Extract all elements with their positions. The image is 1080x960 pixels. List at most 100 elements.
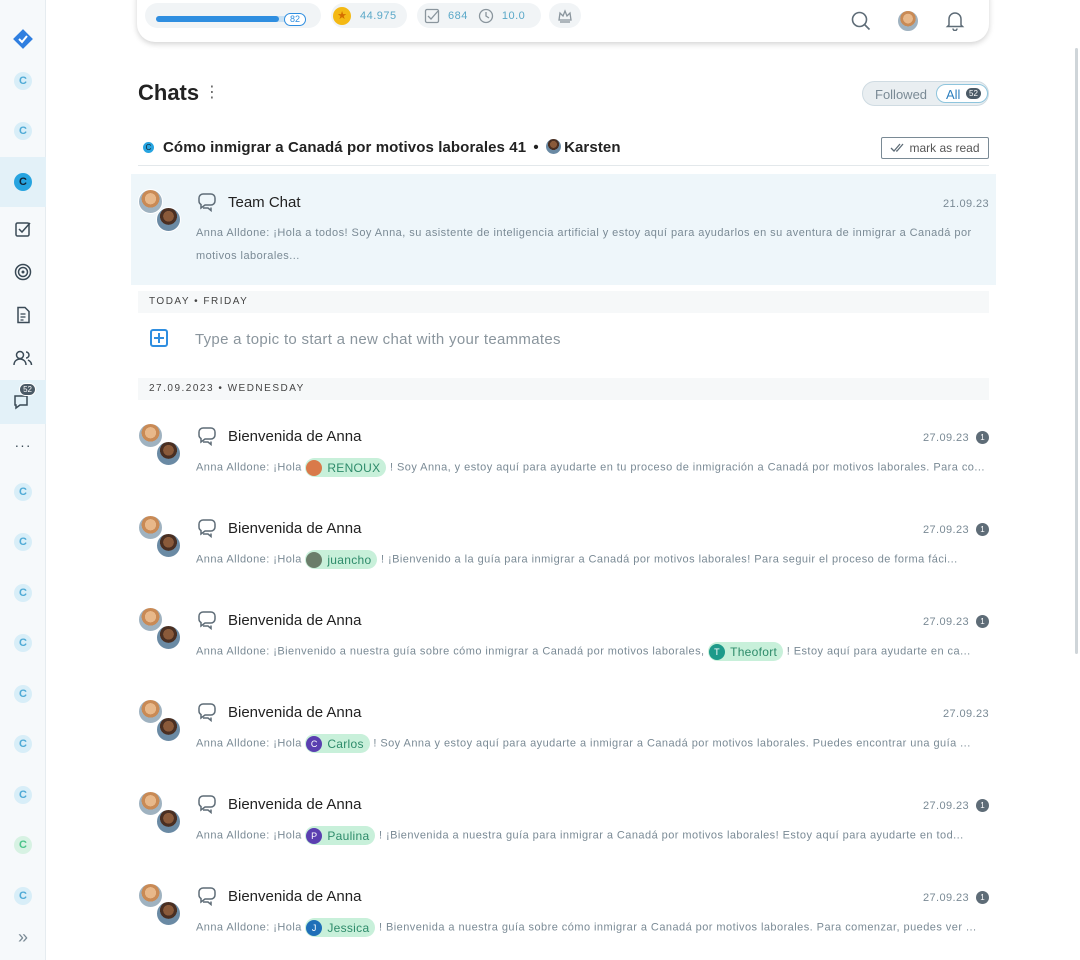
sidebar-project-4[interactable]: C: [0, 529, 46, 555]
avatar: [156, 533, 181, 558]
stats-pill[interactable]: 684 10.0: [417, 3, 541, 28]
chat-preview: Anna Alldone: ¡Hola juancho ! ¡Bienvenid…: [196, 550, 986, 569]
sidebar-project-8[interactable]: C: [0, 731, 46, 757]
avatar: [156, 809, 181, 834]
scrollbar[interactable]: [1075, 48, 1078, 654]
mention-chip[interactable]: J Jessica: [305, 918, 376, 937]
topic-separator: •: [533, 139, 539, 156]
sidebar-project-active[interactable]: C: [0, 157, 46, 207]
preview-post: ! Estoy aquí para ayudarte en ca...: [786, 645, 971, 658]
sidebar-project-7[interactable]: C: [0, 681, 46, 707]
mention-name: Jessica: [327, 920, 370, 935]
mention-chip[interactable]: juancho: [305, 550, 378, 569]
crown-pill[interactable]: [549, 3, 581, 28]
preview-pre: Anna Alldone: ¡Hola: [196, 921, 302, 934]
sidebar-project-2[interactable]: C: [0, 118, 46, 144]
chat-row[interactable]: Bienvenida de Anna 27.09.23 Anna Alldone…: [131, 690, 996, 770]
chat-title: Bienvenida de Anna: [228, 428, 362, 445]
app-logo[interactable]: [0, 25, 46, 53]
new-topic-input[interactable]: [195, 328, 795, 350]
project-avatar: C: [14, 584, 32, 602]
avatar: [156, 901, 181, 926]
project-avatar: C: [14, 735, 32, 753]
sidebar-more[interactable]: ···: [0, 434, 46, 456]
chat-bubbles-icon: [198, 193, 216, 212]
target-icon: [14, 263, 32, 281]
project-avatar: C: [14, 685, 32, 703]
team-chat-row[interactable]: Team Chat 21.09.23 Anna Alldone: ¡Hola a…: [131, 174, 996, 285]
sidebar-project-9[interactable]: C: [0, 782, 46, 808]
mark-as-read-button[interactable]: mark as read: [881, 137, 989, 159]
sidebar-documents[interactable]: [0, 304, 46, 326]
mention-name: Paulina: [327, 828, 370, 843]
chat-preview: Anna Alldone: ¡Hola a todos! Soy Anna, s…: [196, 227, 972, 262]
project-avatar: C: [14, 887, 32, 905]
day-separator-wednesday: 27.09.2023 • WEDNESDAY: [138, 378, 989, 400]
chat-date: 27.09.23: [922, 616, 969, 628]
mention-name: RENOUX: [327, 460, 381, 475]
user-avatar[interactable]: [897, 10, 919, 32]
chat-bubbles-icon: [198, 519, 216, 538]
time-value: 10.0: [501, 9, 526, 22]
top-bar: 82 ★ 44.975 684 10.0: [137, 0, 989, 42]
avatar: [156, 625, 181, 650]
mention-chip[interactable]: RENOUX: [305, 458, 387, 477]
avatar: [156, 441, 181, 466]
coins-value: 44.975: [360, 9, 397, 22]
mention-name: Carlos: [327, 736, 364, 751]
preview-pre: Anna Alldone: ¡Hola: [196, 829, 302, 842]
mention-name: Theofort: [730, 644, 778, 659]
chat-preview: Anna Alldone: ¡Hola P Paulina ! ¡Bienven…: [196, 826, 986, 845]
sidebar-expand[interactable]: »: [0, 925, 46, 949]
mark-as-read-label: mark as read: [909, 141, 980, 155]
chat-bubbles-icon: [198, 887, 216, 906]
chat-row[interactable]: Bienvenida de Anna 27.09.23 1 Anna Alldo…: [131, 598, 996, 678]
mention-chip[interactable]: T Theofort: [708, 642, 784, 661]
sidebar-goals[interactable]: [0, 261, 46, 283]
chat-date: 27.09.23: [942, 708, 989, 720]
chat-row[interactable]: Bienvenida de Anna 27.09.23 1 Anna Alldo…: [131, 874, 996, 954]
sidebar-chats[interactable]: 52: [0, 380, 46, 424]
title-menu-icon[interactable]: ⋮: [204, 84, 220, 102]
project-avatar: C: [14, 786, 32, 804]
preview-post: ! Bienvenida a nuestra guía sobre cómo i…: [378, 921, 977, 934]
mention-chip[interactable]: C Carlos: [305, 734, 370, 753]
chat-title: Bienvenida de Anna: [228, 888, 362, 905]
sidebar-people[interactable]: [0, 347, 46, 369]
filter-followed[interactable]: Followed: [875, 87, 927, 102]
chat-preview: Anna Alldone: ¡Hola J Jessica ! Bienveni…: [196, 918, 986, 937]
preview-pre: Anna Alldone: ¡Hola: [196, 553, 302, 566]
search-icon[interactable]: [851, 11, 871, 31]
sidebar-project-6[interactable]: C: [0, 630, 46, 656]
clock-icon: [478, 8, 494, 23]
mention-avatar: [306, 551, 323, 568]
project-avatar: C: [14, 173, 32, 191]
expand-icon: »: [17, 926, 28, 947]
avatar: [156, 207, 181, 232]
chat-title: Bienvenida de Anna: [228, 704, 362, 721]
add-topic-icon[interactable]: [150, 329, 168, 347]
coins-pill[interactable]: ★ 44.975: [331, 3, 407, 28]
sidebar-tasks[interactable]: [0, 218, 46, 240]
sidebar-project-1[interactable]: C: [0, 68, 46, 94]
chat-title: Bienvenida de Anna: [228, 612, 362, 629]
bell-icon[interactable]: [945, 10, 965, 31]
sidebar-project-10[interactable]: C: [0, 832, 46, 858]
sidebar: C C C 52 ··· C C C C C C C C C »: [0, 0, 46, 960]
sidebar-project-5[interactable]: C: [0, 580, 46, 606]
project-avatar: C: [14, 533, 32, 551]
preview-pre: Anna Alldone: ¡Bienvenido a nuestra guía…: [196, 645, 705, 658]
sidebar-project-3[interactable]: C: [0, 479, 46, 505]
topic-title[interactable]: Cómo inmigrar a Canadá por motivos labor…: [163, 139, 621, 156]
filter-all[interactable]: All 52: [936, 84, 988, 103]
document-icon: [17, 306, 30, 324]
sidebar-project-11[interactable]: C: [0, 883, 46, 909]
chat-row[interactable]: Bienvenida de Anna 27.09.23 1 Anna Alldo…: [131, 782, 996, 862]
chat-row[interactable]: Bienvenida de Anna 27.09.23 1 Anna Alldo…: [131, 506, 996, 586]
unread-badge: 1: [976, 523, 989, 536]
chat-row[interactable]: Bienvenida de Anna 27.09.23 1 Anna Alldo…: [131, 414, 996, 494]
mention-chip[interactable]: P Paulina: [305, 826, 376, 845]
unread-badge: 1: [976, 799, 989, 812]
page-title: Chats: [138, 80, 200, 105]
chat-preview: Anna Alldone: ¡Bienvenido a nuestra guía…: [196, 642, 986, 661]
